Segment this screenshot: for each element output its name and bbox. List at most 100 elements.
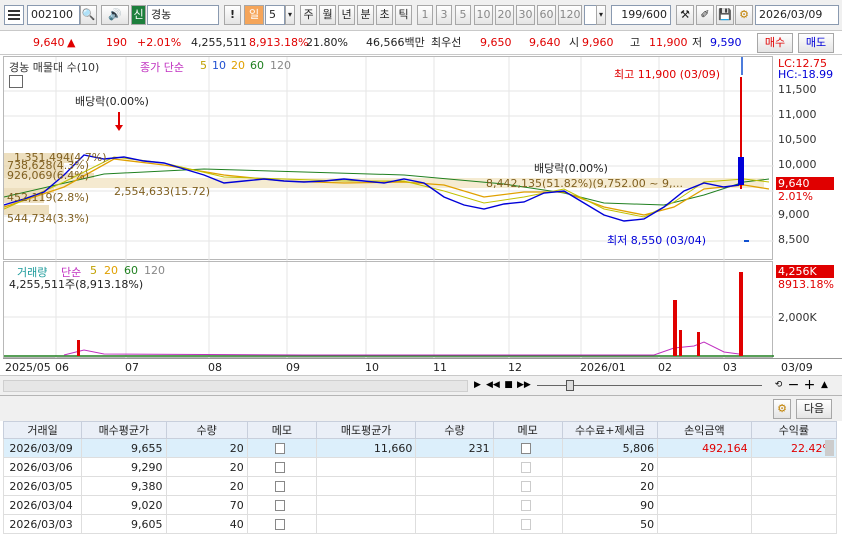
expand-icon[interactable]: ▲ [818, 379, 831, 392]
quote-bar: 9,640 ▲ 190 +2.01% 4,255,511 8,913.18% 2… [0, 31, 842, 55]
period-second[interactable]: 초 [376, 5, 393, 25]
ma-20[interactable]: 20 [231, 59, 245, 72]
col-header[interactable]: 거래일 [2, 421, 83, 439]
num-30[interactable]: 30 [516, 5, 535, 25]
period-month[interactable]: 월 [319, 5, 336, 25]
col-header[interactable]: 수익률 [750, 421, 838, 439]
num-5[interactable]: 5 [455, 5, 471, 25]
period-tick[interactable]: 틱 [395, 5, 412, 25]
memo-icon[interactable] [246, 514, 317, 534]
num-60[interactable]: 60 [537, 5, 556, 25]
num-120[interactable]: 120 [558, 5, 582, 25]
zoom-in-icon[interactable]: + [803, 378, 816, 392]
menu-icon[interactable] [4, 5, 24, 25]
save-icon[interactable]: 💾 [716, 5, 734, 25]
memo-icon[interactable] [492, 438, 563, 458]
table-row[interactable]: 2026/03/09 9,655 20 11,660 231 5,806 492… [2, 438, 838, 458]
vol-ma-120[interactable]: 120 [144, 264, 165, 277]
cell-return: 22.42% [750, 438, 838, 458]
period-year[interactable]: 년 [338, 5, 355, 25]
reset-icon[interactable]: ⟲ [772, 379, 785, 392]
stock-name-field[interactable]: 경농 [147, 5, 219, 25]
price-panel[interactable]: 경농 매물대 수(10) 종가 단순 5 10 20 60 120 배당락(0.… [3, 56, 774, 261]
col-header[interactable]: 수량 [415, 421, 494, 439]
num-10[interactable]: 10 [474, 5, 493, 25]
col-header[interactable]: 수량 [165, 421, 248, 439]
search-icon[interactable]: 🔍 [80, 5, 97, 25]
memo-icon[interactable] [492, 514, 563, 534]
table-scrollbar-thumb[interactable] [825, 440, 834, 456]
gear-icon[interactable]: ⚙ [773, 399, 791, 419]
ma-60[interactable]: 60 [250, 59, 264, 72]
num-20[interactable]: 20 [495, 5, 514, 25]
memo-icon[interactable] [246, 495, 317, 515]
memo-icon[interactable] [246, 457, 317, 477]
date-field[interactable]: 2026/03/09 [755, 5, 839, 25]
cell-sell-avg [315, 514, 417, 534]
alert-button[interactable]: ! [224, 5, 241, 25]
table-row[interactable]: 2026/03/04 9,020 70 90 [2, 495, 838, 515]
memo-icon[interactable] [492, 457, 563, 477]
buy-button[interactable]: 매수 [757, 33, 793, 53]
zoom-out-icon[interactable]: − [787, 378, 800, 392]
vp-main-label: 8,442,135(51.82%)(9,752.00 ~ 9,... [486, 177, 683, 190]
axis-label: 2025/05 [5, 361, 51, 374]
dividend-note-1: 배당락(0.00%) [75, 95, 149, 108]
memo-icon[interactable] [246, 438, 317, 458]
best-label: 최우선 [431, 36, 462, 49]
chevron-down-icon[interactable]: ▾ [596, 5, 606, 25]
table-icon[interactable] [9, 75, 23, 88]
axis-label: 11 [433, 361, 447, 374]
high-label: 고 [630, 36, 641, 49]
period-week[interactable]: 주 [300, 5, 317, 25]
price-legend-name[interactable]: 경농 매물대 수(10) [9, 59, 99, 75]
num-3[interactable]: 3 [436, 5, 452, 25]
period-day-button[interactable]: 일 [244, 5, 264, 25]
memo-icon[interactable] [246, 476, 317, 496]
ma-120[interactable]: 120 [270, 59, 291, 72]
col-header[interactable]: 매도평균가 [315, 421, 417, 439]
volume: 4,255,511 [191, 36, 247, 49]
col-header[interactable]: 수수료+제세금 [561, 421, 659, 439]
volume-pct-tag: 8913.18% [778, 278, 834, 291]
count-display[interactable]: 199/600 [611, 5, 671, 25]
col-header[interactable]: 매수평균가 [81, 421, 167, 439]
best-bid: 9,640 [529, 36, 561, 49]
col-header[interactable]: 메모 [246, 421, 317, 439]
memo-icon[interactable] [492, 476, 563, 496]
num-1[interactable]: 1 [417, 5, 433, 25]
chevron-down-icon[interactable]: ▾ [285, 5, 295, 25]
ma-10[interactable]: 10 [212, 59, 226, 72]
scroll-start-icon[interactable]: ◀◀ [486, 379, 500, 392]
scroll-track[interactable] [3, 380, 468, 392]
cell-fee: 90 [561, 495, 659, 515]
col-header[interactable]: 메모 [492, 421, 563, 439]
scroll-end-icon[interactable]: ▶▶ [517, 379, 531, 392]
chart-area[interactable]: 경농 매물대 수(10) 종가 단순 5 10 20 60 120 배당락(0.… [0, 56, 842, 378]
stop-icon[interactable]: ■ [502, 379, 515, 392]
sound-icon[interactable]: 🔊 [101, 5, 129, 25]
gear-icon[interactable]: ⚙ [735, 5, 753, 25]
chart-scrollbar[interactable]: ▶ ◀◀ ■ ▶▶ ⟲ − + ▲ [0, 375, 842, 395]
next-button[interactable]: 다음 [796, 399, 832, 419]
table-row[interactable]: 2026/03/06 9,290 20 20 [2, 457, 838, 477]
scroll-left-icon[interactable]: ▶ [471, 379, 484, 392]
chart-tool-icon[interactable]: ⚒ [676, 5, 694, 25]
price-scale: LC:12.75 HC:-18.99 11,500 11,000 10,500 … [774, 56, 842, 260]
axis-label: 12 [508, 361, 522, 374]
stock-code-input[interactable]: 002100 [27, 5, 80, 25]
period-minute[interactable]: 분 [357, 5, 374, 25]
memo-icon[interactable] [492, 495, 563, 515]
zoom-slider-handle[interactable] [566, 380, 574, 391]
grid-toolbar: ⚙ 다음 [0, 395, 842, 421]
draw-icon[interactable]: ✐ [696, 5, 714, 25]
price-change: 190 [106, 36, 127, 49]
ma-5[interactable]: 5 [200, 59, 207, 72]
table-row[interactable]: 2026/03/05 9,380 20 20 [2, 476, 838, 496]
col-header[interactable]: 손익금액 [657, 421, 752, 439]
table-row[interactable]: 2026/03/03 9,605 40 50 [2, 514, 838, 534]
cell-sell-qty: 231 [415, 438, 494, 458]
period-num-select[interactable]: 5 [265, 5, 285, 25]
volume-panel[interactable]: 거래량 단순 5 20 60 120 4,255,511주(8,913.18%) [3, 261, 774, 359]
sell-button[interactable]: 매도 [798, 33, 834, 53]
